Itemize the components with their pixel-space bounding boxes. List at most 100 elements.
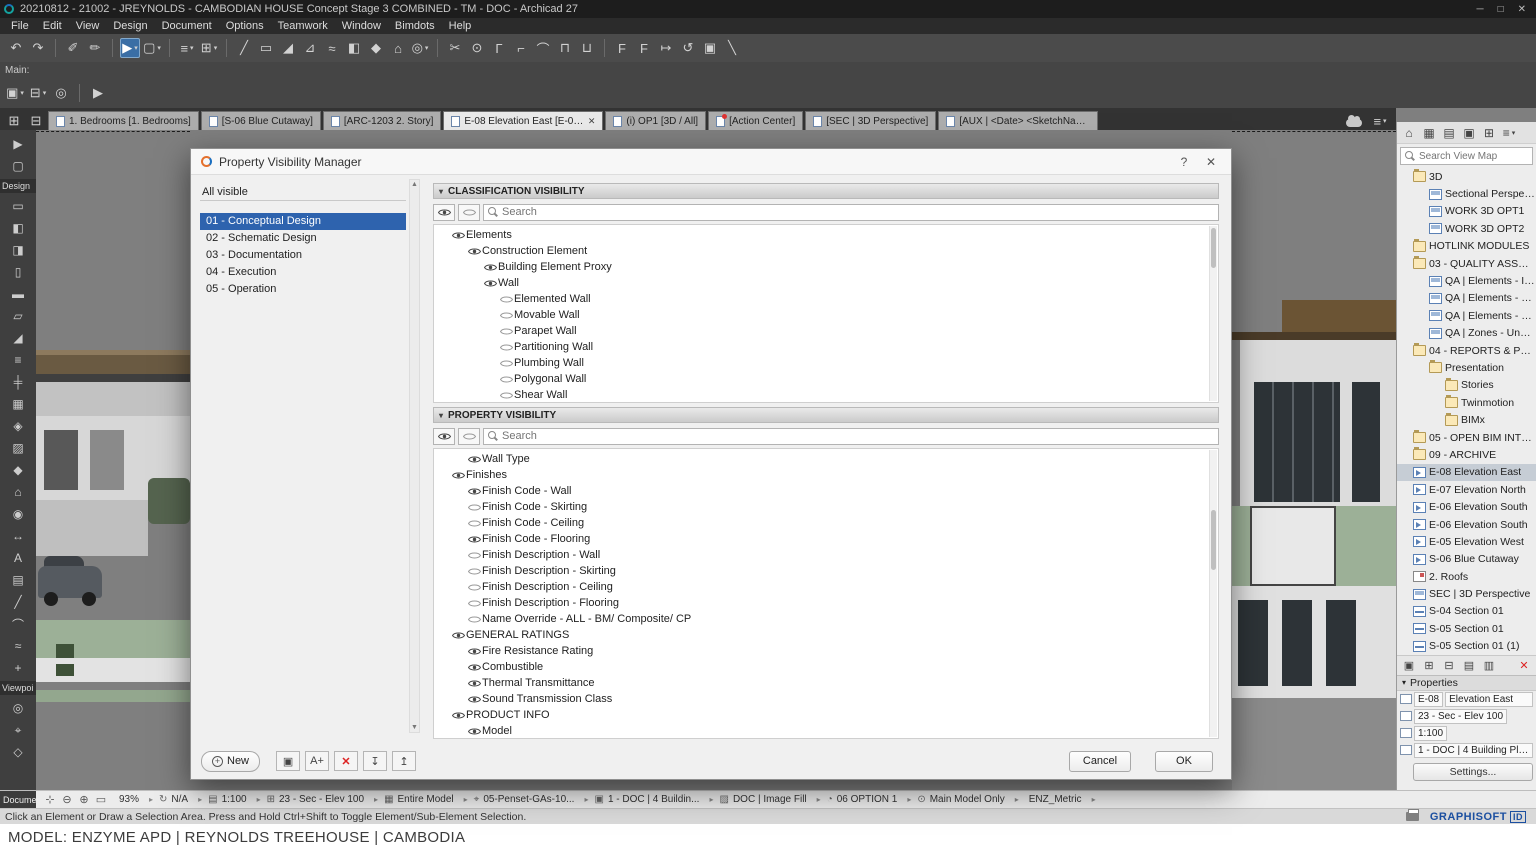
hidden-eye-icon[interactable] [498,327,514,336]
property-tree-item[interactable]: Finish Description - Ceiling [434,579,1218,595]
menu-item[interactable]: Options [219,18,271,34]
document-tab[interactable]: E-08 Elevation East [E-08 Elev... ✕ [443,111,603,130]
hidden-eye-icon[interactable] [498,359,514,368]
arrow-tool-icon[interactable]: ▶ [120,38,140,58]
classification-scrollbar[interactable] [1209,226,1217,401]
scroll-up-icon[interactable]: ▲ [411,181,418,188]
cursor-icon[interactable]: ▶ [88,83,108,103]
spline-icon[interactable]: ≈ [322,38,342,58]
classification-tree-item[interactable]: Shear Wall [434,387,1218,403]
tracker-b-icon[interactable]: ⊟ [28,83,48,103]
visible-eye-icon[interactable] [466,455,482,464]
visible-eye-icon[interactable] [482,279,498,288]
hidden-eye-icon[interactable] [466,583,482,592]
undo-icon[interactable]: ↶ [6,38,26,58]
show-all-eye-button[interactable] [433,204,455,221]
zone-tool-icon[interactable]: ◈ [4,415,32,437]
close-button[interactable]: ✕ [1518,4,1526,15]
extend-down-icon[interactable]: ⊔ [577,38,597,58]
corner-right-icon[interactable]: ⌐ [511,38,531,58]
redo-icon[interactable]: ↷ [28,38,48,58]
home-icon[interactable]: ⌂ [1400,124,1418,142]
duplicate-icon[interactable]: ▣ [700,38,720,58]
view-map-search-input[interactable] [1419,151,1536,162]
delete-profile-icon[interactable]: ✕ [334,751,358,771]
duplicate-profile-icon[interactable]: ▣ [276,751,300,771]
profile-list-item[interactable]: 04 - Execution [200,264,406,281]
axis-tool-icon[interactable]: ⌖ [4,719,32,741]
toolbar-icon[interactable] [112,39,113,57]
arc-tool-icon[interactable]: ⌒ [4,613,32,635]
door-tool-icon[interactable]: ◧ [4,217,32,239]
status-segment[interactable]: ENZ_Metric [1025,794,1102,805]
view-map-item[interactable]: QA | Elements - Not ... [1397,307,1536,324]
new-viewpoint-icon[interactable]: ⊞ [1420,657,1438,673]
toolbar-icon[interactable] [226,39,227,57]
property-value-secondary[interactable]: Elevation East [1445,692,1533,707]
property-tree-item[interactable]: Finishes [434,467,1218,483]
profile-list-item[interactable]: 05 - Operation [200,281,406,298]
fit-view-icon[interactable]: ▭ [93,792,109,808]
dialog-help-button[interactable]: ? [1174,155,1194,169]
favorites-icon[interactable]: ≡ [177,38,197,58]
property-search-input[interactable] [502,430,1218,442]
toolbar-icon[interactable] [437,39,438,57]
property-value[interactable]: 1:100 [1414,726,1447,741]
profile-list-item[interactable]: 03 - Documentation [200,247,406,264]
object-tool-icon[interactable]: ⌂ [4,481,32,503]
view-map-item[interactable]: Twinmotion [1397,394,1536,411]
menu-item[interactable]: Window [335,18,388,34]
document-tab[interactable]: [SEC | 3D Perspective] [805,111,936,130]
hidden-eye-icon[interactable] [466,599,482,608]
view-map-icon[interactable]: ▤ [1440,124,1458,142]
dialog-titlebar[interactable]: Property Visibility Manager ? ✕ [191,149,1231,175]
property-tree-item[interactable]: Combustible [434,659,1218,675]
status-segment[interactable]: ⊞ 23 - Sec - Elev 100 [267,794,384,805]
hidden-eye-icon[interactable] [466,567,482,576]
scrollbar-thumb[interactable] [1211,228,1216,268]
document-tab[interactable]: [S-06 Blue Cutaway] [201,111,321,130]
property-value[interactable]: E-08 [1414,692,1443,707]
teamwork-cloud-icon[interactable] [1346,119,1362,127]
zoom-in-icon[interactable]: ⊕ [76,792,92,808]
fill-tool-icon[interactable]: ▤ [4,569,32,591]
property-scrollbar[interactable] [1209,450,1217,737]
delete-view-icon[interactable]: ✕ [1515,657,1533,673]
view-map-item[interactable]: QA | Elements - Inco... [1397,272,1536,289]
hidden-eye-icon[interactable] [498,295,514,304]
document-tab[interactable]: 1. Bedrooms [1. Bedrooms] [48,111,199,130]
property-tree-item[interactable]: Fire Resistance Rating [434,643,1218,659]
view-map-item[interactable]: QA | Zones - Unallo... [1397,325,1536,342]
document-tab[interactable]: [AUX | <Date> <SketchName>] [938,111,1098,130]
hidden-eye-icon[interactable] [466,551,482,560]
visible-eye-icon[interactable] [466,727,482,736]
classification-visibility-header[interactable]: ▾ CLASSIFICATION VISIBILITY [433,183,1219,199]
hide-all-eye-button[interactable] [458,428,480,445]
visible-eye-icon[interactable] [450,711,466,720]
extend-up-icon[interactable]: ⊓ [555,38,575,58]
view-map-item[interactable]: E-05 Elevation West [1397,533,1536,550]
classification-tree-item[interactable]: Polygonal Wall [434,371,1218,387]
status-segment[interactable]: ▦ Entire Model [384,794,474,805]
visible-eye-icon[interactable] [466,247,482,256]
toolbar-icon[interactable] [55,39,56,57]
document-tab[interactable]: [Action Center] [708,111,803,130]
new-profile-button[interactable]: + New [201,751,260,772]
menu-item[interactable]: Help [442,18,479,34]
status-segment[interactable]: ▣ 1 - DOC | 4 Buildin... [594,794,719,805]
mesh-tool-icon[interactable]: ▨ [4,437,32,459]
angle-icon[interactable]: ⊿ [300,38,320,58]
view-map-item[interactable]: HOTLINK MODULES [1397,238,1536,255]
property-row[interactable]: 23 - Sec - Elev 100 [1397,708,1536,725]
status-segment[interactable]: ▨ DOC | Image Fill [719,794,826,805]
zoom-out-icon[interactable]: ⊖ [59,792,75,808]
new-folder-icon[interactable]: ▣ [1400,657,1418,673]
profile-list-scrollbar[interactable]: ▲ ▼ [409,179,420,733]
status-segment[interactable]: ↻ N/A [159,794,208,805]
marquee-tool-icon[interactable]: ▢ [4,155,32,177]
property-tree-item[interactable]: Finish Code - Wall [434,483,1218,499]
visible-eye-icon[interactable] [450,471,466,480]
status-segment[interactable]: ⊙ Main Model Only [917,794,1024,805]
property-visibility-header[interactable]: ▾ PROPERTY VISIBILITY [433,407,1219,423]
view-map-item[interactable]: WORK 3D OPT2 [1397,220,1536,237]
